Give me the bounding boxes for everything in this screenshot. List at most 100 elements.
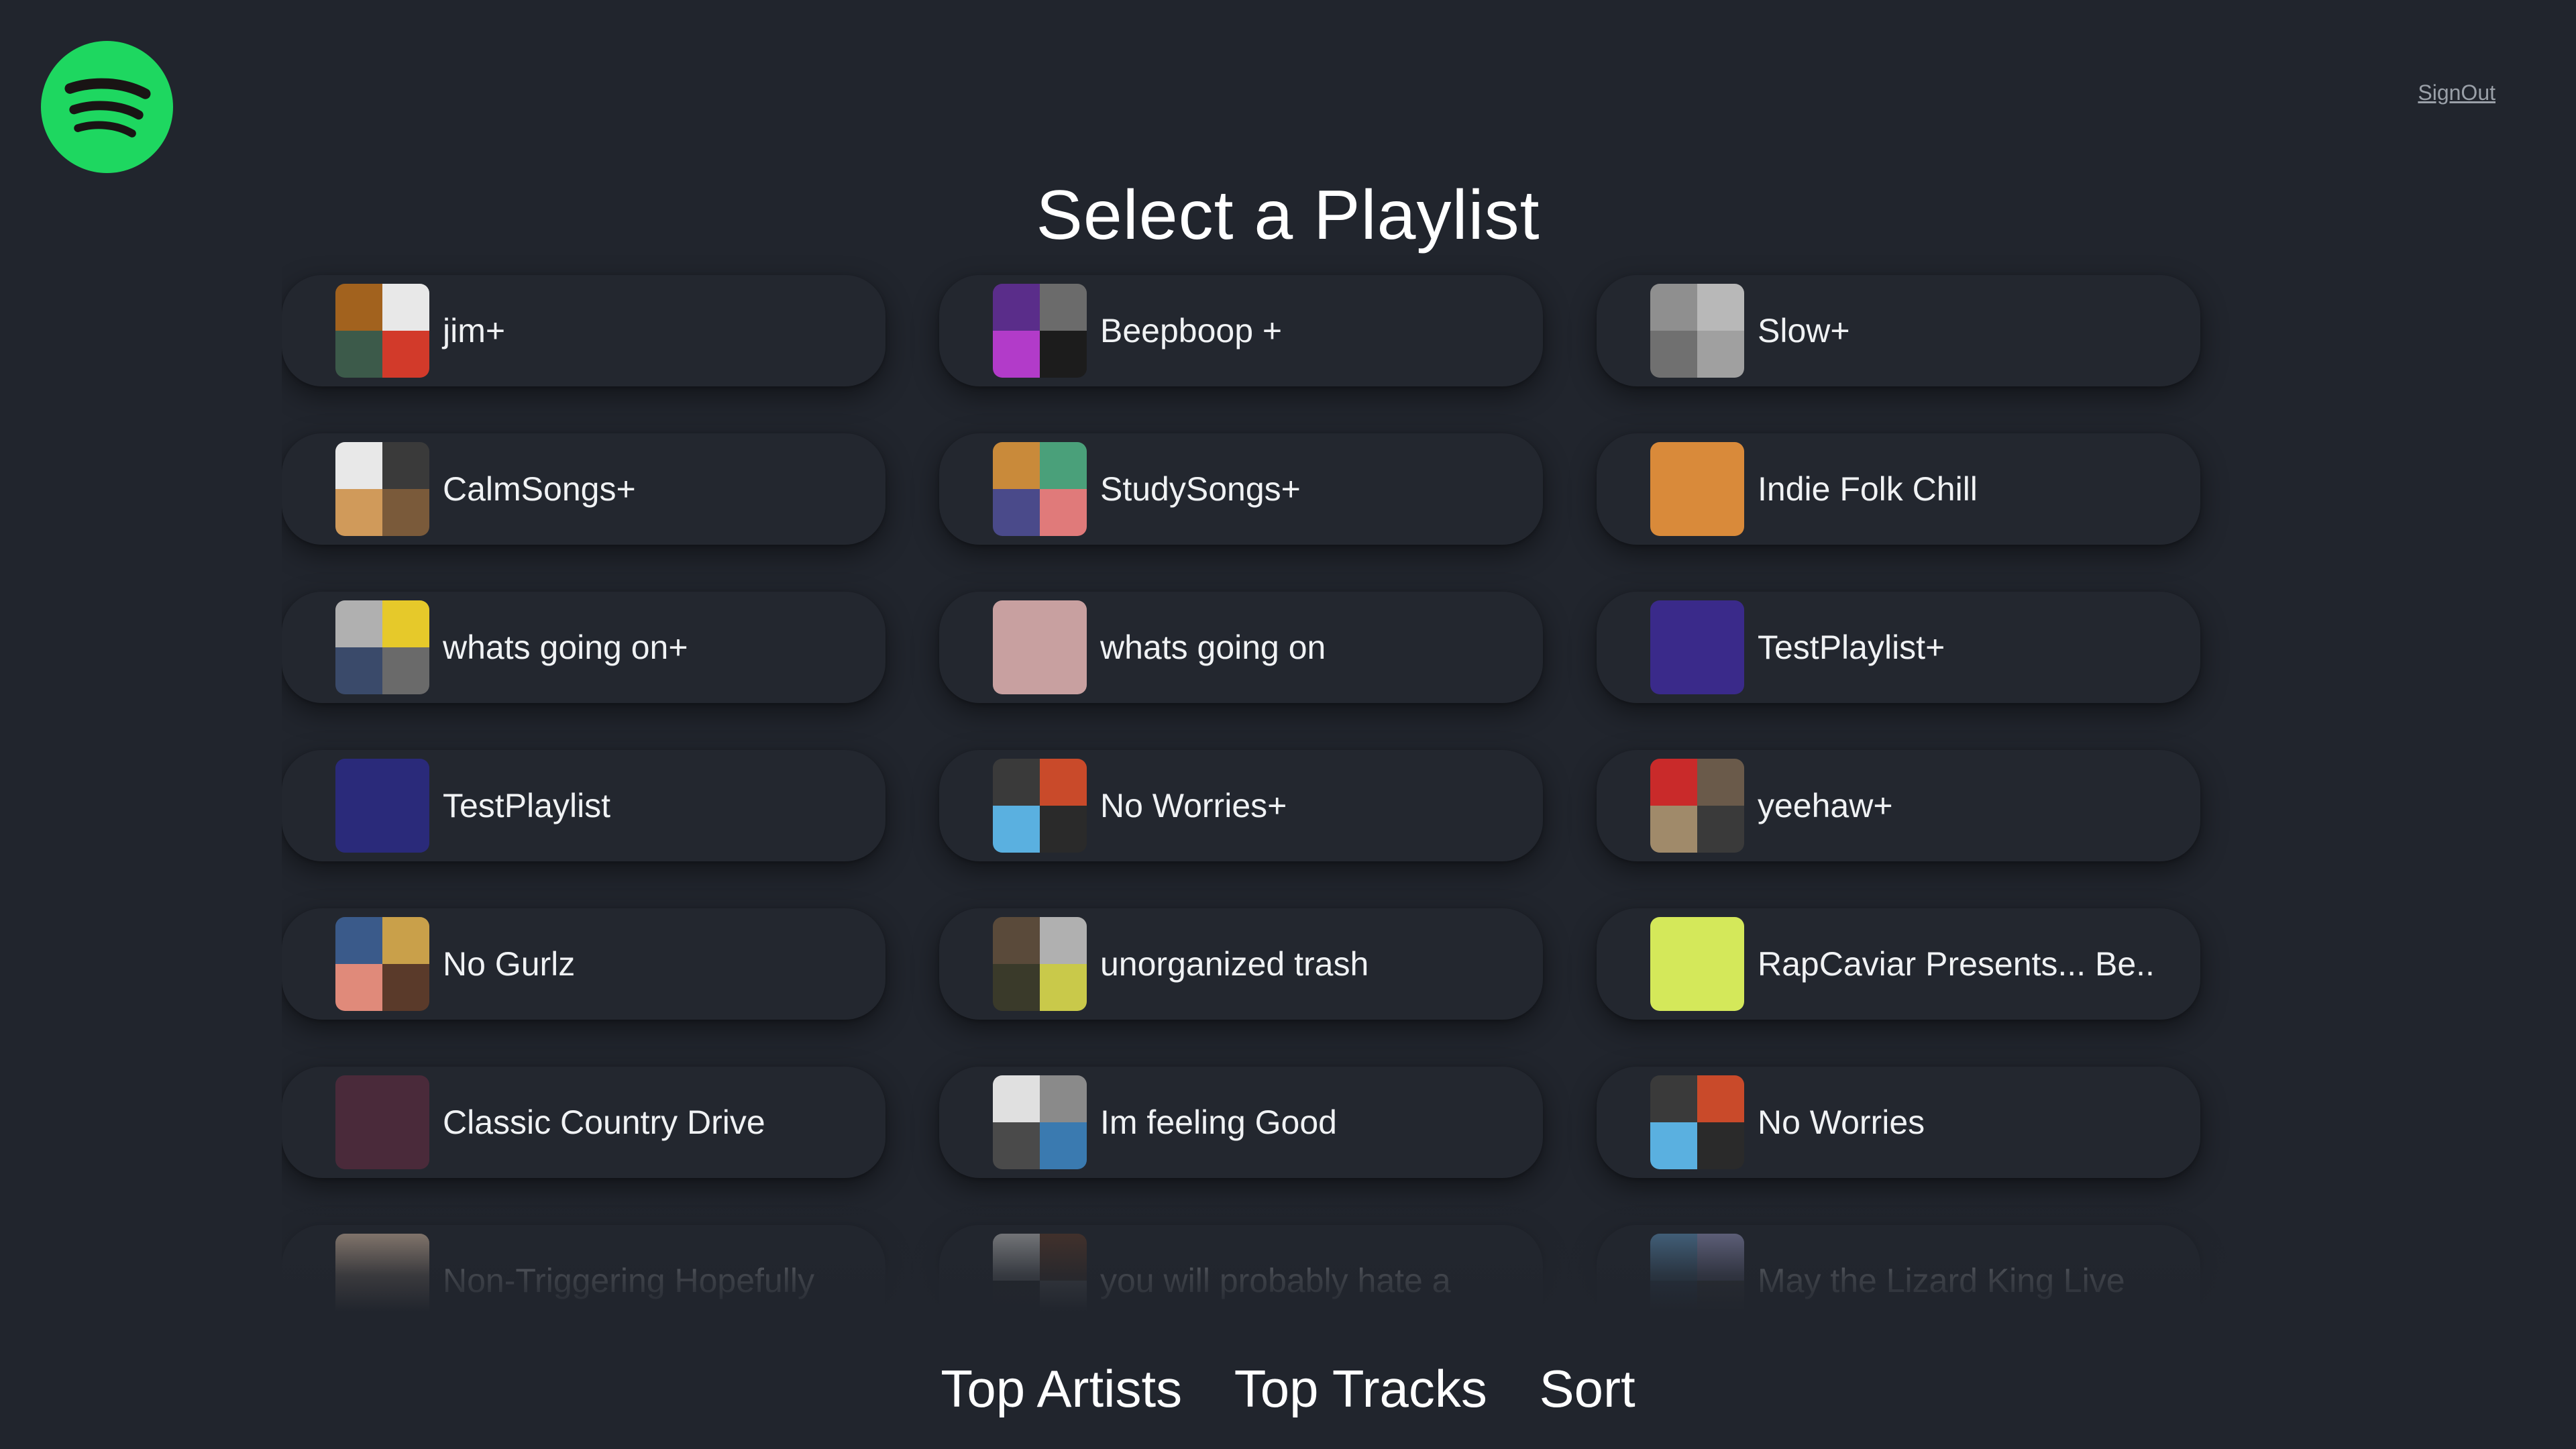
top-tracks-button[interactable]: Top Tracks (1234, 1359, 1487, 1418)
cover-tile (993, 806, 1040, 853)
playlist-card[interactable]: RapCaviar Presents... Be.. (1597, 908, 2200, 1020)
cover-tile (1697, 284, 1744, 331)
playlist-cover-image (335, 917, 429, 1011)
cover-tile (1650, 442, 1744, 536)
cover-tile (382, 284, 429, 331)
cover-tile (335, 284, 382, 331)
sort-button[interactable]: Sort (1540, 1359, 1635, 1418)
bottom-nav: Top Artists Top Tracks Sort (0, 1358, 2576, 1419)
playlist-cover-image (993, 442, 1087, 536)
playlist-name: Im feeling Good (1100, 1104, 1337, 1141)
playlist-cover-image (335, 759, 429, 853)
playlist-grid: jim+ Beepboop + Slow+ CalmSongs+ StudySongs+… (282, 248, 2294, 1311)
playlist-card[interactable]: Classic Country Drive (282, 1067, 885, 1178)
cover-tile (1650, 759, 1697, 806)
playlist-cover-image (335, 442, 429, 536)
cover-tile (993, 759, 1040, 806)
playlist-card[interactable]: TestPlaylist+ (1597, 592, 2200, 703)
cover-tile (993, 1281, 1040, 1311)
cover-tile (1650, 917, 1744, 1011)
cover-tile (1650, 600, 1744, 694)
cover-tile (1697, 1281, 1744, 1311)
cover-tile (993, 917, 1040, 964)
playlist-card[interactable]: TestPlaylist (282, 750, 885, 861)
cover-tile (1040, 1234, 1087, 1281)
playlist-card[interactable]: whats going on+ (282, 592, 885, 703)
cover-tile (1040, 964, 1087, 1011)
cover-tile (382, 964, 429, 1011)
playlist-name: TestPlaylist+ (1758, 629, 1945, 666)
cover-tile (382, 442, 429, 489)
cover-tile (1040, 489, 1087, 536)
playlist-grid-container[interactable]: jim+ Beepboop + Slow+ CalmSongs+ StudySongs+… (282, 248, 2294, 1311)
playlist-card[interactable]: Indie Folk Chill (1597, 433, 2200, 545)
cover-tile (1697, 1122, 1744, 1169)
playlist-name: No Gurlz (443, 945, 576, 983)
playlist-card[interactable]: CalmSongs+ (282, 433, 885, 545)
cover-tile (1040, 917, 1087, 964)
cover-tile (335, 600, 382, 647)
playlist-name: TestPlaylist (443, 787, 611, 824)
cover-tile (1040, 331, 1087, 378)
playlist-name: Beepboop + (1100, 312, 1283, 350)
playlist-cover-image (335, 284, 429, 378)
cover-tile (993, 331, 1040, 378)
playlist-cover-image (1650, 1234, 1744, 1311)
cover-tile (993, 1075, 1040, 1122)
playlist-name: Slow+ (1758, 312, 1850, 350)
cover-tile (335, 964, 382, 1011)
playlist-cover-image (1650, 917, 1744, 1011)
playlist-card[interactable]: No Worries+ (939, 750, 1543, 861)
playlist-name: No Worries+ (1100, 787, 1287, 824)
cover-tile (335, 759, 429, 853)
cover-tile (382, 647, 429, 694)
playlist-name: RapCaviar Presents... Be.. (1758, 945, 2155, 983)
cover-tile (1697, 806, 1744, 853)
cover-tile (993, 489, 1040, 536)
playlist-name: May the Lizard King Live (1758, 1262, 2125, 1299)
spotify-logo-icon[interactable] (41, 41, 173, 173)
cover-tile (993, 442, 1040, 489)
cover-tile (1650, 806, 1697, 853)
playlist-cover-image (1650, 442, 1744, 536)
cover-tile (993, 600, 1087, 694)
playlist-card[interactable]: whats going on (939, 592, 1543, 703)
playlist-cover-image (335, 1075, 429, 1169)
cover-tile (1040, 442, 1087, 489)
cover-tile (382, 331, 429, 378)
playlist-cover-image (993, 917, 1087, 1011)
top-artists-button[interactable]: Top Artists (941, 1359, 1182, 1418)
playlist-card[interactable]: Slow+ (1597, 275, 2200, 386)
cover-tile (1040, 759, 1087, 806)
cover-tile (1040, 1281, 1087, 1311)
playlist-card[interactable]: No Worries (1597, 1067, 2200, 1178)
playlist-card[interactable]: Im feeling Good (939, 1067, 1543, 1178)
playlist-card[interactable]: yeehaw+ (1597, 750, 2200, 861)
playlist-cover-image (993, 1075, 1087, 1169)
cover-tile (1650, 1234, 1697, 1281)
playlist-card[interactable]: unorganized trash (939, 908, 1543, 1020)
playlist-name: StudySongs+ (1100, 470, 1301, 508)
cover-tile (335, 647, 382, 694)
playlist-cover-image (993, 759, 1087, 853)
cover-tile (382, 489, 429, 536)
playlist-card[interactable]: No Gurlz (282, 908, 885, 1020)
playlist-name: yeehaw+ (1758, 787, 1893, 824)
playlist-name: Classic Country Drive (443, 1104, 765, 1141)
playlist-name: whats going on+ (443, 629, 688, 666)
playlist-card[interactable]: Non-Triggering Hopefully (282, 1225, 885, 1311)
cover-tile (1697, 759, 1744, 806)
playlist-card[interactable]: May the Lizard King Live (1597, 1225, 2200, 1311)
playlist-name: Non-Triggering Hopefully (443, 1262, 814, 1299)
playlist-card[interactable]: jim+ (282, 275, 885, 386)
playlist-cover-image (1650, 284, 1744, 378)
cover-tile (1040, 1122, 1087, 1169)
signout-link[interactable]: SignOut (2418, 80, 2496, 105)
cover-tile (335, 489, 382, 536)
cover-tile (335, 442, 382, 489)
playlist-card[interactable]: you will probably hate a (939, 1225, 1543, 1311)
playlist-card[interactable]: Beepboop + (939, 275, 1543, 386)
playlist-name: CalmSongs+ (443, 470, 636, 508)
playlist-card[interactable]: StudySongs+ (939, 433, 1543, 545)
playlist-name: Indie Folk Chill (1758, 470, 1978, 508)
